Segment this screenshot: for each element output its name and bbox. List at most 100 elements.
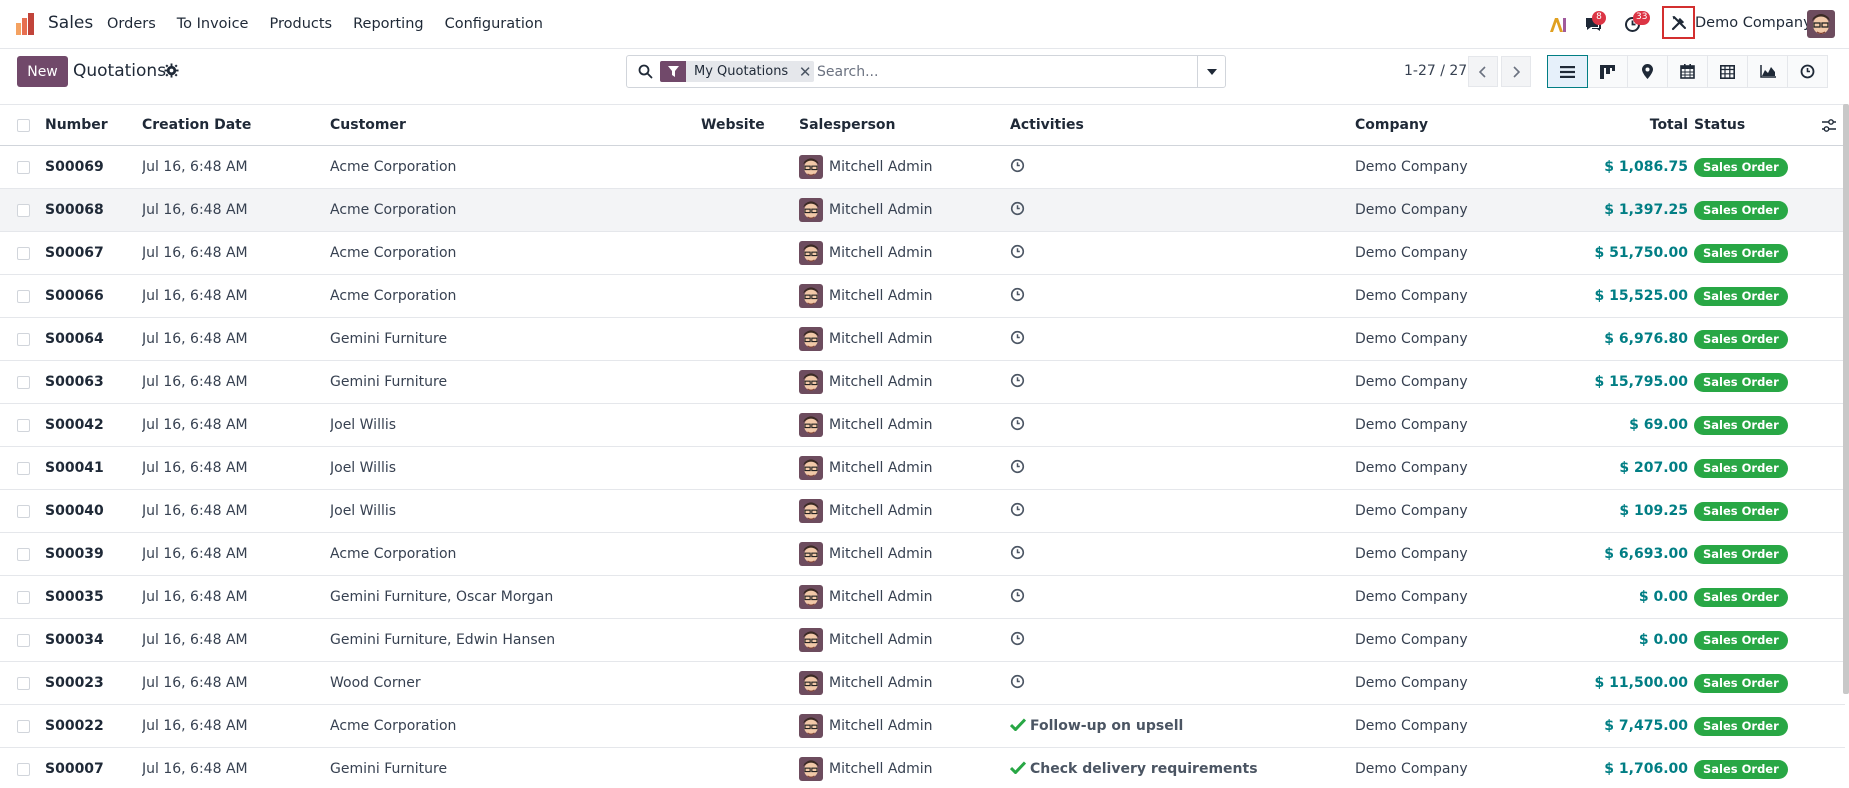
search-input[interactable] — [817, 62, 1177, 82]
row-checkbox[interactable] — [17, 719, 30, 733]
row-checkbox[interactable] — [17, 289, 30, 303]
clock-icon[interactable] — [1010, 416, 1025, 435]
list-scrollbar[interactable] — [1843, 104, 1849, 694]
kanban-view-button[interactable] — [1587, 55, 1628, 88]
clock-icon[interactable] — [1010, 631, 1025, 650]
table-row[interactable]: S00068 Jul 16, 6:48 AM Acme Corporation … — [0, 188, 1845, 232]
salesperson-avatar[interactable] — [799, 542, 823, 566]
optional-columns-icon[interactable] — [1822, 119, 1836, 132]
activity-summary[interactable]: Check delivery requirements — [1030, 761, 1258, 777]
menu-reporting[interactable]: Reporting — [353, 16, 424, 32]
clock-icon[interactable] — [1010, 330, 1025, 349]
salesperson-avatar[interactable] — [799, 757, 823, 781]
row-checkbox[interactable] — [17, 633, 30, 647]
table-row[interactable]: S00064 Jul 16, 6:48 AM Gemini Furniture … — [0, 317, 1845, 361]
table-row[interactable]: S00041 Jul 16, 6:48 AM Joel Willis Mitch… — [0, 446, 1845, 490]
company-switcher[interactable]: Demo Company — [1695, 15, 1812, 31]
select-all-checkbox[interactable] — [17, 118, 30, 132]
column-header-salesperson[interactable]: Salesperson — [799, 104, 1010, 146]
salesperson-avatar[interactable] — [799, 456, 823, 480]
graph-view-button[interactable] — [1747, 55, 1788, 88]
table-row[interactable]: S00034 Jul 16, 6:48 AM Gemini Furniture,… — [0, 618, 1845, 662]
salesperson-avatar[interactable] — [799, 714, 823, 738]
clock-icon[interactable] — [1010, 373, 1025, 392]
activity-summary[interactable]: Follow-up on upsell — [1030, 718, 1183, 734]
calendar-view-button[interactable] — [1667, 55, 1708, 88]
table-row[interactable]: S00035 Jul 16, 6:48 AM Gemini Furniture,… — [0, 575, 1845, 619]
menu-orders[interactable]: Orders — [107, 16, 156, 32]
chat-icon[interactable] — [1580, 0, 1606, 49]
column-header-website[interactable]: Website — [701, 104, 799, 146]
salesperson-avatar[interactable] — [799, 628, 823, 652]
table-row[interactable]: S00022 Jul 16, 6:48 AM Acme Corporation … — [0, 704, 1845, 748]
salesperson-avatar[interactable] — [799, 499, 823, 523]
salesperson-avatar[interactable] — [799, 198, 823, 222]
column-header-total[interactable]: Total — [1513, 104, 1694, 146]
column-header-number[interactable]: Number — [45, 104, 142, 146]
column-header-activities[interactable]: Activities — [1010, 104, 1355, 146]
search-options-toggle[interactable] — [1197, 56, 1225, 87]
debug-tools-button[interactable] — [1662, 6, 1695, 39]
row-checkbox[interactable] — [17, 160, 30, 174]
column-header-customer[interactable]: Customer — [330, 104, 701, 146]
list-view-button[interactable] — [1547, 55, 1588, 88]
clock-icon[interactable] — [1010, 158, 1025, 177]
check-icon[interactable] — [1010, 760, 1027, 778]
row-checkbox[interactable] — [17, 418, 30, 432]
column-header-status-label[interactable]: Status — [1694, 117, 1745, 133]
salesperson-avatar[interactable] — [799, 585, 823, 609]
gear-icon[interactable] — [164, 63, 179, 78]
row-checkbox[interactable] — [17, 246, 30, 260]
user-avatar[interactable] — [1807, 10, 1835, 38]
ai-icon[interactable] — [1547, 0, 1569, 49]
table-row[interactable]: S00069 Jul 16, 6:48 AM Acme Corporation … — [0, 145, 1845, 189]
pivot-view-button[interactable] — [1707, 55, 1748, 88]
activity-view-button[interactable] — [1787, 55, 1828, 88]
salesperson-avatar[interactable] — [799, 284, 823, 308]
pager-value[interactable]: 1-27 / 27 — [1404, 63, 1467, 79]
row-checkbox[interactable] — [17, 504, 30, 518]
table-row[interactable]: S00023 Jul 16, 6:48 AM Wood Corner Mitch… — [0, 661, 1845, 705]
clock-icon[interactable] — [1010, 674, 1025, 693]
pager-next-button[interactable] — [1501, 56, 1531, 87]
facet-remove-icon[interactable]: ✕ — [796, 63, 814, 81]
check-icon[interactable] — [1010, 717, 1027, 735]
salesperson-avatar[interactable] — [799, 671, 823, 695]
row-checkbox[interactable] — [17, 375, 30, 389]
search-icon[interactable] — [638, 64, 653, 79]
salesperson-avatar[interactable] — [799, 413, 823, 437]
map-view-button[interactable] — [1627, 55, 1668, 88]
row-checkbox[interactable] — [17, 461, 30, 475]
row-checkbox[interactable] — [17, 676, 30, 690]
new-quotation-button[interactable]: New — [17, 56, 68, 87]
salesperson-avatar[interactable] — [799, 241, 823, 265]
menu-to-invoice[interactable]: To Invoice — [177, 16, 249, 32]
table-row[interactable]: S00066 Jul 16, 6:48 AM Acme Corporation … — [0, 274, 1845, 318]
table-row[interactable]: S00042 Jul 16, 6:48 AM Joel Willis Mitch… — [0, 403, 1845, 447]
row-checkbox[interactable] — [17, 332, 30, 346]
table-row[interactable]: S00007 Jul 16, 6:48 AM Gemini Furniture … — [0, 747, 1845, 788]
salesperson-avatar[interactable] — [799, 370, 823, 394]
clock-icon[interactable] — [1010, 244, 1025, 263]
row-checkbox[interactable] — [17, 762, 30, 776]
menu-products[interactable]: Products — [269, 16, 332, 32]
table-row[interactable]: S00067 Jul 16, 6:48 AM Acme Corporation … — [0, 231, 1845, 275]
clock-icon[interactable] — [1010, 201, 1025, 220]
pager-previous-button[interactable] — [1468, 56, 1498, 87]
row-checkbox[interactable] — [17, 547, 30, 561]
column-header-company[interactable]: Company — [1355, 104, 1513, 146]
salesperson-avatar[interactable] — [799, 327, 823, 351]
clock-icon[interactable] — [1010, 545, 1025, 564]
clock-icon[interactable] — [1010, 588, 1025, 607]
row-checkbox[interactable] — [17, 203, 30, 217]
clock-icon[interactable] — [1010, 287, 1025, 306]
row-checkbox[interactable] — [17, 590, 30, 604]
column-header-creation-date[interactable]: Creation Date — [142, 104, 330, 146]
clock-icon[interactable] — [1010, 459, 1025, 478]
menu-configuration[interactable]: Configuration — [445, 16, 543, 32]
table-row[interactable]: S00040 Jul 16, 6:48 AM Joel Willis Mitch… — [0, 489, 1845, 533]
sales-app-logo-icon[interactable] — [16, 13, 36, 35]
table-row[interactable]: S00063 Jul 16, 6:48 AM Gemini Furniture … — [0, 360, 1845, 404]
app-name[interactable]: Sales — [48, 13, 93, 33]
salesperson-avatar[interactable] — [799, 155, 823, 179]
